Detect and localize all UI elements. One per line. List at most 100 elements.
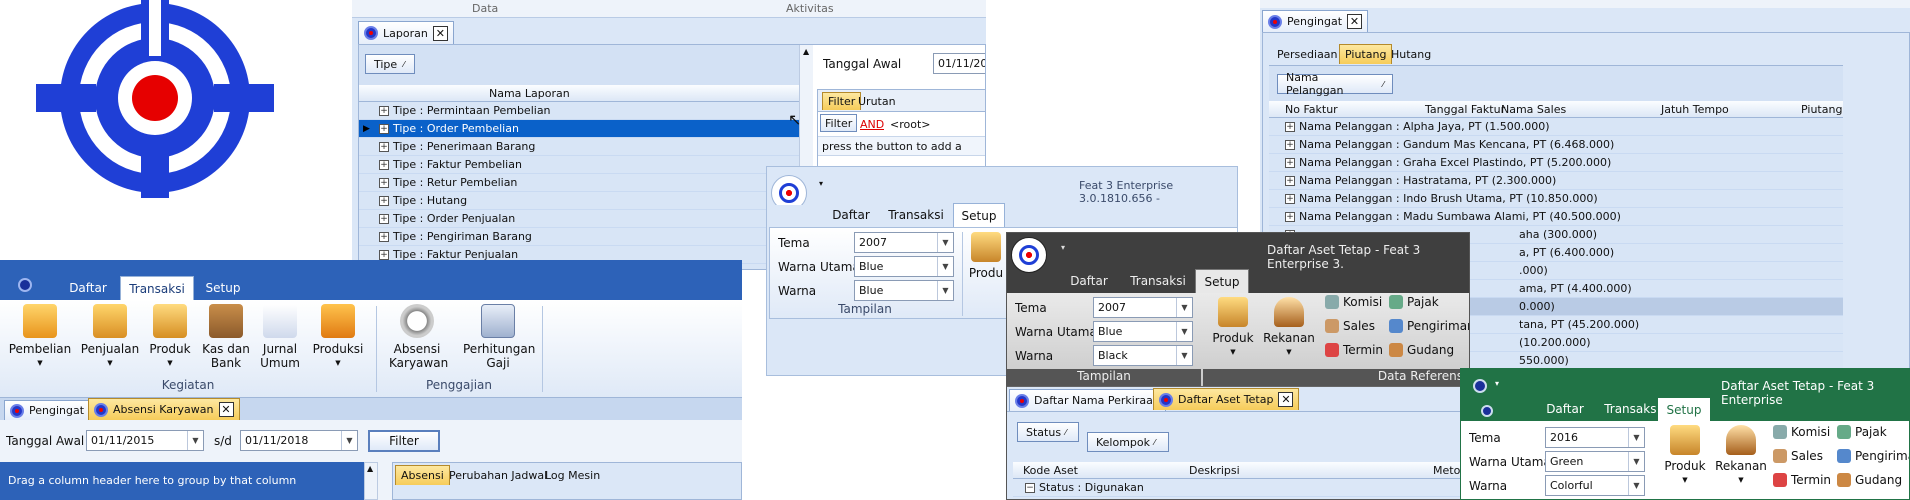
pajak-button[interactable]: Pajak bbox=[1389, 295, 1439, 309]
list-item[interactable]: + Nama Pelanggan : Alpha Jaya, PT (1.500.… bbox=[1269, 118, 1843, 136]
app-menu-icon[interactable] bbox=[18, 278, 32, 292]
dropdown-arrow-icon[interactable]: ▼ bbox=[937, 257, 953, 276]
qat-arrow-icon[interactable]: ▾ bbox=[1061, 243, 1065, 252]
warna-utama-combo[interactable]: Green ▼ bbox=[1545, 451, 1645, 472]
filter-button[interactable]: Filter bbox=[368, 430, 440, 452]
pajak-button[interactable]: Pajak bbox=[1837, 425, 1887, 439]
tab-urutan[interactable]: Urutan bbox=[858, 95, 896, 108]
perhitungan-gaji-button[interactable]: Perhitungan Gaji bbox=[458, 300, 538, 378]
app-menu-icon[interactable] bbox=[1473, 379, 1487, 393]
tema-combo[interactable]: 2007 ▼ bbox=[1093, 297, 1193, 318]
expand-icon[interactable]: + bbox=[1285, 175, 1295, 186]
warna-combo[interactable]: Black ▼ bbox=[1093, 345, 1193, 366]
expand-icon[interactable]: + bbox=[1285, 211, 1295, 222]
qat-arrow-icon[interactable]: ▾ bbox=[1495, 379, 1499, 388]
column-header[interactable]: Nama Laporan bbox=[359, 85, 799, 102]
subtab-persediaan[interactable]: Persediaan bbox=[1277, 48, 1338, 61]
tab-pengingat[interactable]: Pengingat ✕ bbox=[1262, 10, 1369, 32]
warna-utama-combo[interactable]: Blue ▼ bbox=[854, 256, 954, 277]
termin-button[interactable]: Termin bbox=[1325, 343, 1383, 357]
produksi-button[interactable]: Produksi ▼ bbox=[306, 300, 370, 378]
tab-setup[interactable]: Setup bbox=[1657, 397, 1711, 421]
tab-setup[interactable]: Setup bbox=[953, 203, 1005, 227]
list-item[interactable]: + Tipe : Permintaan Pembelian bbox=[359, 102, 799, 120]
tema-combo[interactable]: 2016 ▼ bbox=[1545, 427, 1645, 448]
produk-button[interactable]: Produk ▼ bbox=[1657, 421, 1713, 499]
tab-transaksi[interactable]: Transaksi bbox=[881, 203, 951, 227]
subtab-hutang[interactable]: Hutang bbox=[1391, 48, 1431, 61]
close-icon[interactable]: ✕ bbox=[1347, 14, 1363, 29]
tab-perubahan-jadwal[interactable]: Perubahan Jadwal bbox=[449, 469, 547, 482]
expand-icon[interactable]: + bbox=[1285, 157, 1295, 168]
termin-button[interactable]: Termin bbox=[1773, 473, 1831, 487]
rekanan-button[interactable]: Rekanan ▼ bbox=[1261, 293, 1317, 371]
vertical-scrollbar[interactable]: ▲ bbox=[364, 462, 378, 500]
list-item[interactable]: − Status : Digunakan bbox=[1013, 479, 1469, 497]
expand-icon[interactable]: + bbox=[379, 195, 389, 206]
tab-absensi[interactable]: Absensi bbox=[395, 465, 450, 485]
close-icon[interactable]: ✕ bbox=[1278, 392, 1294, 407]
tab-transaksi[interactable]: Transaksi bbox=[1121, 269, 1195, 293]
dropdown-arrow-icon[interactable]: ▼ bbox=[937, 281, 953, 300]
dropdown-arrow-icon[interactable]: ▼ bbox=[1176, 322, 1192, 341]
expand-icon[interactable]: + bbox=[1285, 139, 1295, 150]
tab-absensi-karyawan[interactable]: Absensi Karyawan ✕ bbox=[88, 398, 240, 420]
column-header[interactable]: No Faktur Tanggal Faktur Nama Sales Jatu… bbox=[1269, 101, 1843, 118]
expand-icon[interactable]: + bbox=[379, 159, 389, 170]
dropdown-arrow-icon[interactable]: ▼ bbox=[187, 431, 203, 450]
absensi-karyawan-button[interactable]: Absensi Karyawan bbox=[386, 300, 448, 378]
expand-icon[interactable]: + bbox=[379, 213, 389, 224]
tanggal-akhir-field[interactable]: 01/11/2018 ▼ bbox=[240, 430, 358, 451]
tab-daftar[interactable]: Daftar bbox=[58, 276, 118, 300]
expand-icon[interactable]: + bbox=[379, 177, 389, 188]
warna-utama-combo[interactable]: Blue ▼ bbox=[1093, 321, 1193, 342]
list-item[interactable]: + Nama Pelanggan : Gandum Mas Kencana, PT… bbox=[1269, 136, 1843, 154]
tab-daftar[interactable]: Daftar bbox=[1535, 397, 1595, 421]
close-icon[interactable]: ✕ bbox=[432, 25, 448, 41]
sales-button[interactable]: Sales bbox=[1773, 449, 1823, 463]
tab-setup[interactable]: Setup bbox=[198, 276, 248, 300]
produk-button[interactable]: Produk ▼ bbox=[138, 300, 202, 378]
tab-log-mesin[interactable]: Log Mesin bbox=[545, 469, 600, 482]
list-item[interactable]: + Nama Pelanggan : Hastratama, PT (2.300.… bbox=[1269, 172, 1843, 190]
subtab-piutang[interactable]: Piutang bbox=[1339, 44, 1393, 64]
dropdown-arrow-icon[interactable]: ▼ bbox=[937, 233, 953, 252]
tab-setup[interactable]: Setup bbox=[1195, 269, 1249, 293]
list-item[interactable]: + Tipe : Pengiriman Barang bbox=[359, 228, 799, 246]
root-node[interactable]: <root> bbox=[890, 118, 931, 131]
komisi-button[interactable]: Komisi bbox=[1773, 425, 1830, 439]
warna-combo[interactable]: Colorful ▼ bbox=[1545, 475, 1645, 496]
dropdown-arrow-icon[interactable]: ▼ bbox=[1628, 452, 1644, 471]
tab-daftar-aset-tetap[interactable]: Daftar Aset Tetap ✕ bbox=[1153, 388, 1300, 410]
expand-icon[interactable]: + bbox=[379, 105, 389, 116]
list-item[interactable]: + Tipe : Hutang bbox=[359, 192, 799, 210]
sales-button[interactable]: Sales bbox=[1325, 319, 1375, 333]
scroll-up-icon[interactable]: ▲ bbox=[803, 47, 809, 56]
group-chip-nama-pelanggan[interactable]: Nama Pelanggan ⁄ bbox=[1277, 71, 1393, 97]
app-menu-icon-2[interactable] bbox=[1481, 405, 1493, 417]
column-header[interactable]: Kode Aset Deskripsi Metode bbox=[1013, 462, 1469, 479]
penjualan-button[interactable]: Penjualan ▼ bbox=[78, 300, 142, 378]
expand-icon[interactable]: + bbox=[1285, 193, 1295, 204]
pengiriman-button[interactable]: Pengirima bbox=[1837, 449, 1909, 463]
list-item-selected[interactable]: ▶ + Tipe : Order Pembelian bbox=[359, 120, 799, 138]
dropdown-arrow-icon[interactable]: ▼ bbox=[1176, 298, 1192, 317]
komisi-button[interactable]: Komisi bbox=[1325, 295, 1382, 309]
tab-transaksi[interactable]: Transaksi bbox=[120, 276, 194, 300]
dropdown-arrow-icon[interactable]: ▼ bbox=[1628, 476, 1644, 495]
expand-icon[interactable]: − bbox=[1025, 482, 1035, 493]
tema-combo[interactable]: 2007 ▼ bbox=[854, 232, 954, 253]
tanggal-awal-field[interactable]: 01/11/20 bbox=[933, 53, 985, 74]
tab-pengingat[interactable]: Pengingat bbox=[4, 400, 91, 420]
tab-filter[interactable]: Filter bbox=[822, 92, 862, 110]
expand-icon[interactable]: + bbox=[1285, 121, 1295, 132]
filter-button[interactable]: Filter bbox=[820, 114, 858, 132]
group-chip-status[interactable]: Status ⁄ bbox=[1017, 422, 1079, 442]
tab-daftar[interactable]: Daftar bbox=[1059, 269, 1119, 293]
and-operator[interactable]: AND bbox=[860, 118, 884, 131]
gudang-button[interactable]: Gudang bbox=[1837, 473, 1902, 487]
qat-arrow-icon[interactable]: ▾ bbox=[819, 179, 823, 188]
expand-icon[interactable]: + bbox=[379, 141, 389, 152]
dropdown-arrow-icon[interactable]: ▼ bbox=[1628, 428, 1644, 447]
rekanan-button[interactable]: Rekanan ▼ bbox=[1713, 421, 1769, 499]
